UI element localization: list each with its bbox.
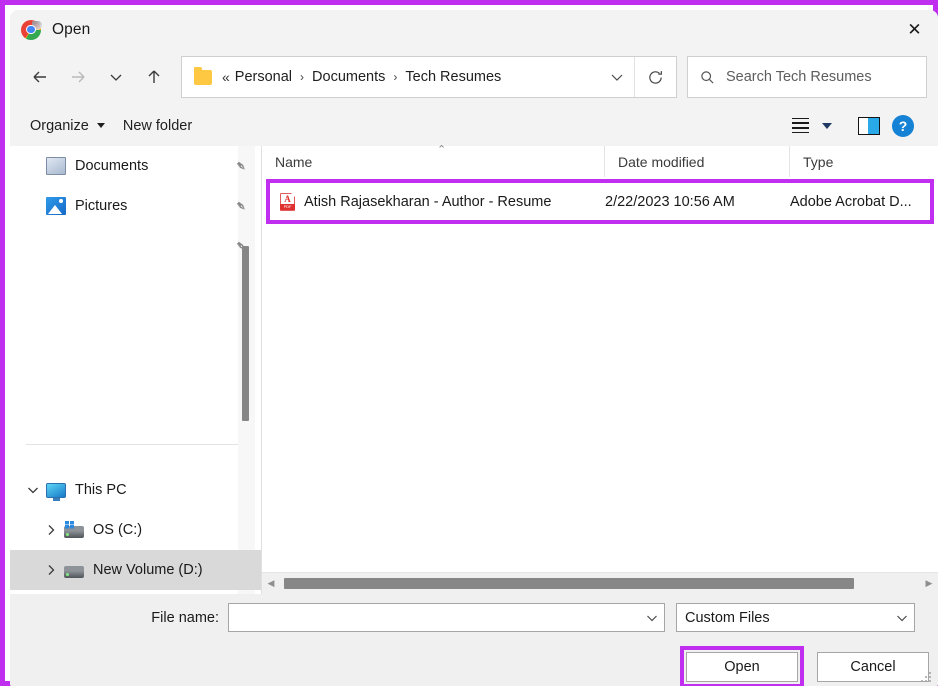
sidebar-item-documents[interactable]: Documents ✒	[10, 146, 261, 186]
drive-icon	[64, 565, 84, 578]
breadcrumb-item-tech-resumes[interactable]: Tech Resumes	[402, 67, 504, 87]
address-bar[interactable]: « Personal › Documents › Tech Resumes	[181, 56, 677, 98]
chevron-down-icon[interactable]	[640, 611, 664, 625]
file-type-select[interactable]: Custom Files	[676, 603, 915, 632]
open-button-annotation: Open	[680, 646, 804, 686]
refresh-icon[interactable]	[634, 57, 676, 97]
file-list-pane: ⌃ Name Date modified Type PDF A Atish Ra…	[261, 144, 938, 594]
title-bar: Open ✕	[10, 10, 938, 49]
file-type-cell: Adobe Acrobat D...	[790, 193, 912, 210]
sidebar-item-new-volume-d[interactable]: New Volume (D:)	[10, 550, 261, 590]
pin-icon[interactable]: ✒	[231, 156, 252, 176]
chevron-down-icon	[96, 123, 105, 128]
up-button[interactable]	[135, 60, 173, 94]
search-input[interactable]: Search Tech Resumes	[726, 69, 872, 85]
close-icon[interactable]: ✕	[891, 10, 938, 49]
breadcrumb-item-personal[interactable]: Personal	[232, 67, 295, 87]
horizontal-scrollbar[interactable]: ◀ ▶	[262, 572, 938, 594]
chevron-down-icon[interactable]	[890, 611, 914, 625]
search-icon	[700, 70, 715, 85]
sidebar-item-os-c[interactable]: OS (C:)	[10, 510, 261, 550]
column-header-label: Type	[803, 153, 834, 170]
forward-button[interactable]	[59, 60, 97, 94]
pdf-file-icon: PDF	[279, 192, 296, 211]
breadcrumb-overflow-icon[interactable]: «	[222, 69, 232, 85]
this-pc-icon	[46, 482, 66, 501]
sort-ascending-icon: ⌃	[437, 144, 447, 156]
sidebar-item-label: This PC	[75, 482, 127, 498]
back-button[interactable]	[21, 60, 59, 94]
new-folder-button[interactable]: New folder	[114, 113, 201, 139]
breadcrumb-item-documents[interactable]: Documents	[309, 67, 388, 87]
file-name-label: File name:	[151, 609, 219, 626]
search-box[interactable]: Search Tech Resumes	[687, 56, 927, 98]
documents-icon	[46, 157, 66, 175]
pin-icon[interactable]: ✒	[231, 196, 252, 216]
horizontal-scrollbar-thumb[interactable]	[284, 578, 854, 589]
organize-button[interactable]: Organize	[21, 113, 114, 139]
chrome-icon	[21, 19, 42, 40]
organize-label: Organize	[30, 117, 89, 134]
horizontal-scrollbar-track[interactable]	[280, 573, 920, 594]
file-name-row: File name: Custom Files	[10, 594, 938, 632]
resize-grip[interactable]	[921, 671, 933, 683]
navigation-bar: « Personal › Documents › Tech Resumes Se…	[10, 49, 938, 105]
open-file-dialog: Open ✕ « Personal › Documents › Tech Res…	[10, 10, 938, 686]
screenshot-annotation-frame: Open ✕ « Personal › Documents › Tech Res…	[0, 0, 938, 686]
table-row[interactable]: PDF Atish Rajasekharan - Author - Resume…	[270, 183, 930, 220]
sidebar-item-label: Pictures	[75, 198, 128, 214]
dialog-body: Documents ✒ Pictures ✒ ✒	[10, 144, 938, 594]
sidebar-item-label: OS (C:)	[93, 522, 143, 538]
sidebar-item-partial[interactable]: ✒	[10, 226, 261, 266]
file-name-label: Atish Rajasekharan - Author - Resume	[304, 193, 552, 210]
sidebar-item-pictures[interactable]: Pictures ✒	[10, 186, 261, 226]
dialog-footer: File name: Custom Files Open Cancel	[10, 594, 938, 686]
navigation-sidebar: Documents ✒ Pictures ✒ ✒	[10, 146, 261, 594]
breadcrumb-separator-icon[interactable]: ›	[295, 70, 309, 84]
scroll-right-icon[interactable]: ▶	[920, 578, 938, 589]
new-folder-label: New folder	[122, 117, 193, 134]
file-date-cell: 2/22/2023 10:56 AM	[605, 193, 735, 210]
pdf-icon-tag: PDF	[279, 204, 296, 210]
dialog-buttons: Open Cancel	[680, 646, 929, 686]
sidebar-item-label: Documents	[75, 158, 149, 174]
sidebar-gap-2	[10, 458, 261, 470]
breadcrumb-separator-icon[interactable]: ›	[388, 70, 402, 84]
column-header-label: Date modified	[618, 153, 705, 170]
preview-pane-icon[interactable]	[858, 116, 880, 135]
sidebar-divider	[26, 444, 239, 445]
open-button[interactable]: Open	[686, 652, 798, 682]
change-view-button[interactable]	[786, 113, 838, 138]
pictures-icon	[46, 197, 66, 215]
list-view-icon	[792, 117, 809, 134]
command-toolbar: Organize New folder ?	[10, 105, 938, 146]
chevron-right-icon[interactable]	[38, 523, 64, 537]
breadcrumb-dropdown-icon[interactable]	[600, 57, 634, 97]
sidebar-item-label: New Volume (D:)	[93, 562, 203, 578]
column-headers: ⌃ Name Date modified Type	[262, 144, 938, 177]
file-name-input[interactable]	[228, 603, 665, 632]
help-icon[interactable]: ?	[892, 114, 914, 137]
column-header-date-modified[interactable]: Date modified	[605, 146, 790, 177]
folder-icon	[194, 66, 212, 85]
sidebar-scrollbar-thumb[interactable]	[242, 246, 249, 421]
file-type-value[interactable]: Custom Files	[677, 610, 890, 626]
chevron-down-icon[interactable]	[822, 122, 832, 129]
cancel-button[interactable]: Cancel	[817, 652, 929, 682]
chevron-right-icon[interactable]	[38, 563, 64, 577]
chevron-down-icon[interactable]	[20, 483, 46, 497]
sidebar-item-this-pc[interactable]: This PC	[10, 470, 261, 510]
file-name-cell: PDF Atish Rajasekharan - Author - Resume	[270, 192, 605, 211]
column-header-label: Name	[275, 153, 313, 170]
column-header-type[interactable]: Type	[790, 146, 938, 177]
column-header-name[interactable]: ⌃ Name	[262, 144, 605, 177]
breadcrumb: « Personal › Documents › Tech Resumes	[222, 67, 600, 87]
window-title: Open	[52, 20, 91, 38]
recent-locations-button[interactable]	[97, 60, 135, 94]
drive-os-icon	[64, 520, 84, 538]
file-rows-area: PDF Atish Rajasekharan - Author - Resume…	[262, 177, 938, 572]
scroll-left-icon[interactable]: ◀	[262, 578, 280, 589]
